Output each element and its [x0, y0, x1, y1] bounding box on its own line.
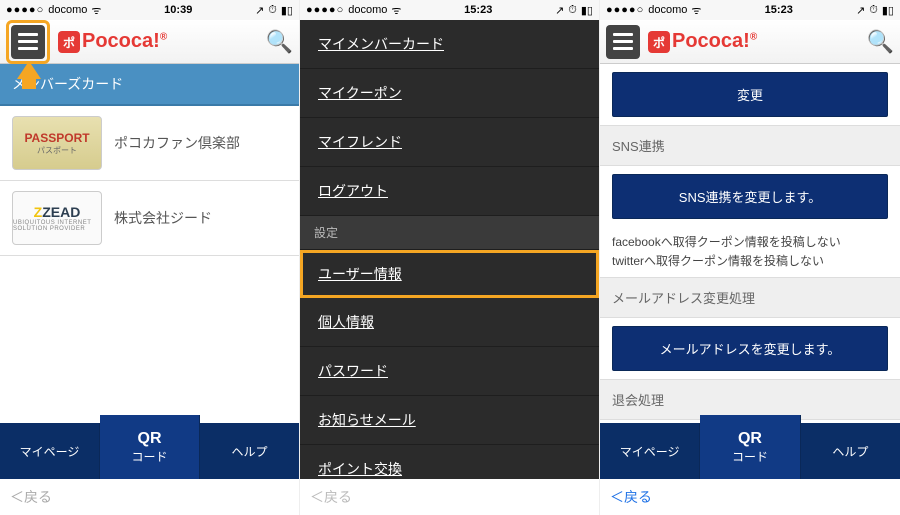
mail-change-button[interactable]: メールアドレスを変更します。: [612, 326, 888, 371]
side-menu: マイメンバーカード マイクーポン マイフレンド ログアウト 設定 ユーザー情報 …: [300, 20, 599, 515]
tab-qr[interactable]: QRコード: [100, 415, 200, 479]
back-row[interactable]: ＜戻る: [0, 479, 299, 515]
tab-bar: マイページ QRコード ヘルプ: [0, 423, 299, 479]
section-sns: SNS連携: [600, 125, 900, 166]
search-icon[interactable]: 🔍: [266, 29, 293, 55]
tab-help[interactable]: ヘルプ: [801, 423, 900, 479]
member-card-row[interactable]: ZZEAD UBIQUITOUS INTERNET SOLUTION PROVI…: [0, 181, 299, 256]
tab-mypage[interactable]: マイページ: [600, 423, 700, 479]
app-logo: ポ Pococa!®: [648, 30, 757, 54]
tab-help[interactable]: ヘルプ: [200, 423, 299, 479]
status-bar: ●●●●○docomo ᯤ 10:39 ↗⏱▮▯: [0, 0, 299, 20]
menu-item[interactable]: 個人情報: [300, 298, 599, 347]
callout-arrow-icon: [17, 61, 41, 79]
menu-section-header: 設定: [300, 216, 599, 250]
section-mail: メールアドレス変更処理: [600, 277, 900, 318]
member-card-row[interactable]: PASSPORT パスポート ポコカファン倶楽部: [0, 106, 299, 181]
zead-card-thumb: ZZEAD UBIQUITOUS INTERNET SOLUTION PROVI…: [12, 191, 102, 245]
status-bar: ●●●●○docomo ᯤ 15:23 ↗⏱▮▯: [600, 0, 900, 20]
tab-mypage[interactable]: マイページ: [0, 423, 100, 479]
settings-panel: 変更 SNS連携 SNS連携を変更します。 facebookへ取得クーポン情報を…: [600, 64, 900, 423]
sns-info: facebookへ取得クーポン情報を投稿しない twitterへ取得クーポン情報…: [600, 227, 900, 277]
menu-item[interactable]: マイクーポン: [300, 69, 599, 118]
top-bar: ポ Pococa!® 🔍: [0, 20, 299, 64]
back-row[interactable]: ＜戻る: [300, 479, 599, 515]
menu-button[interactable]: [11, 25, 45, 59]
status-bar: ●●●●○docomo ᯤ 15:23 ↗⏱▮▯: [300, 0, 599, 20]
tab-bar: マイページ QRコード ヘルプ: [600, 423, 900, 479]
menu-item[interactable]: マイメンバーカード: [300, 20, 599, 69]
menu-button[interactable]: [606, 25, 640, 59]
tab-qr[interactable]: QRコード: [700, 415, 800, 479]
passport-card-thumb: PASSPORT パスポート: [12, 116, 102, 170]
menu-item[interactable]: マイフレンド: [300, 118, 599, 167]
search-icon[interactable]: 🔍: [867, 29, 894, 55]
top-bar: ポ Pococa!® 🔍: [600, 20, 900, 64]
menu-item[interactable]: お知らせメール: [300, 396, 599, 445]
sns-change-button[interactable]: SNS連携を変更します。: [612, 174, 888, 219]
section-header: メンバーズカード: [0, 64, 299, 106]
back-row[interactable]: ＜戻る: [600, 479, 900, 515]
menu-item[interactable]: ログアウト: [300, 167, 599, 216]
app-logo: ポ Pococa!®: [58, 30, 167, 54]
menu-item-user-info[interactable]: ユーザー情報: [300, 250, 599, 298]
hamburger-highlight: [6, 20, 50, 64]
change-button[interactable]: 変更: [612, 72, 888, 117]
menu-item[interactable]: パスワード: [300, 347, 599, 396]
